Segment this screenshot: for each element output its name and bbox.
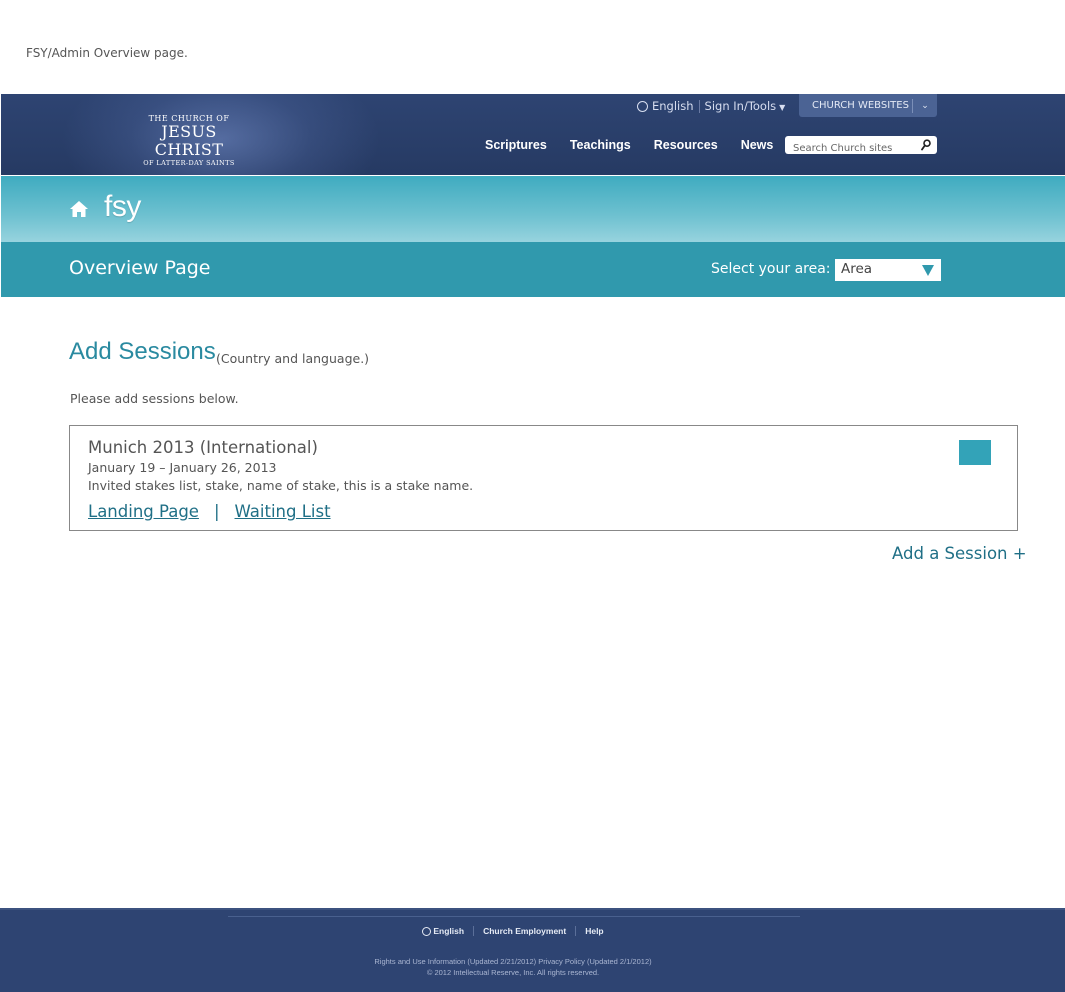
session-name: Munich 2013 (International)	[88, 438, 318, 457]
page-title: Overview Page	[69, 257, 211, 279]
add-session-link[interactable]: Add a Session +	[892, 544, 1027, 563]
globe-icon	[637, 100, 648, 112]
footer-legal: Rights and Use Information (Updated 2/21…	[0, 956, 1026, 978]
site-footer: English Church Employment Help Rights an…	[0, 908, 1065, 992]
language-link[interactable]: English	[652, 99, 694, 113]
utility-bar: English Sign In/Tools ▼	[637, 98, 785, 114]
area-select[interactable]: Area	[835, 259, 941, 281]
session-links: Landing Page | Waiting List	[88, 502, 331, 521]
globe-icon	[422, 926, 432, 936]
footer-help-link[interactable]: Help	[585, 926, 603, 936]
footer-language-link[interactable]: English	[433, 926, 464, 936]
footer-employment-link[interactable]: Church Employment	[483, 926, 566, 936]
footer-links: English Church Employment Help	[0, 926, 1026, 936]
church-logo[interactable]: THE CHURCH OF JESUS CHRIST OF LATTER-DAY…	[129, 114, 249, 167]
main-nav: Scriptures Teachings Resources News	[485, 138, 773, 152]
page-caption: FSY/Admin Overview page.	[26, 46, 188, 60]
fsy-logo[interactable]: fsy	[104, 190, 141, 224]
footer-divider	[473, 926, 475, 936]
footer-legal-links[interactable]: Rights and Use Information (Updated 2/21…	[0, 956, 1026, 967]
nav-news[interactable]: News	[741, 138, 774, 152]
site-header: THE CHURCH OF JESUS CHRIST OF LATTER-DAY…	[1, 94, 1065, 175]
session-stakes: Invited stakes list, stake, name of stak…	[88, 478, 474, 493]
footer-copyright: © 2012 Intellectual Reserve, Inc. All ri…	[426, 968, 600, 977]
area-label: Select your area:	[711, 261, 831, 277]
session-edit-button[interactable]	[959, 440, 991, 465]
footer-divider	[575, 926, 577, 936]
chevron-down-icon: ▼	[779, 103, 786, 112]
search-input[interactable]	[785, 139, 918, 158]
chevron-down-icon: ⌄	[921, 100, 929, 111]
logo-line-2: JESUS CHRIST	[154, 122, 224, 159]
church-websites-label: CHURCH WEBSITES	[812, 100, 909, 111]
sign-in-menu[interactable]: Sign In/Tools ▼	[705, 99, 786, 113]
nav-teachings[interactable]: Teachings	[570, 138, 631, 152]
nav-resources[interactable]: Resources	[654, 138, 718, 152]
waiting-list-link[interactable]: Waiting List	[235, 502, 331, 521]
utility-divider	[698, 99, 700, 113]
search-box	[785, 136, 937, 158]
fsy-banner: fsy	[1, 176, 1065, 242]
landing-page-link[interactable]: Landing Page	[88, 502, 199, 521]
search-icon[interactable]	[921, 139, 931, 151]
sign-in-label: Sign In/Tools	[704, 99, 777, 113]
link-separator: |	[213, 502, 220, 521]
intro-text: Please add sessions below.	[70, 391, 239, 406]
session-card: Munich 2013 (International) January 19 –…	[69, 425, 1018, 531]
session-dates: January 19 – January 26, 2013	[88, 460, 277, 475]
section-subtitle: (Country and language.)	[216, 351, 370, 366]
logo-line-3: OF LATTER-DAY SAINTS	[143, 159, 235, 167]
section-title: Add Sessions	[69, 338, 216, 365]
church-websites-button[interactable]: CHURCH WEBSITES ⌄	[799, 94, 937, 117]
footer-rule	[228, 916, 800, 917]
home-icon[interactable]	[69, 200, 89, 218]
area-selected-value: Area	[841, 261, 873, 277]
caret-down-icon	[922, 265, 934, 276]
overview-bar: Overview Page Select your area: Area	[1, 242, 1065, 297]
nav-scriptures[interactable]: Scriptures	[485, 138, 547, 152]
